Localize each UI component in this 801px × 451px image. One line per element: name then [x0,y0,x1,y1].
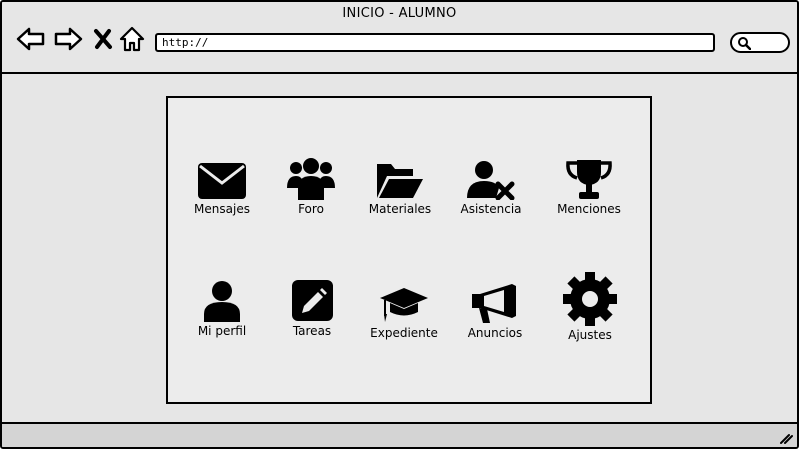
pencil-square-icon [292,280,333,321]
menu-item-label: Ajustes [568,328,612,342]
menu-item-anuncios[interactable]: Anuncios [445,282,545,340]
graduation-cap-icon [380,288,428,322]
menu-item-label: Materiales [368,202,432,216]
menu-item-label: Asistencia [460,202,522,216]
close-icon [94,29,112,49]
menu-item-mensajes[interactable]: Mensajes [172,160,272,216]
window-title: INICIO - ALUMNO [342,6,457,21]
menu-item-expediente[interactable]: Expediente [354,286,454,340]
menu-panel: Mensajes Foro Materiales Asistencia Menc… [166,96,652,404]
page-content: Mensajes Foro Materiales Asistencia Menc… [2,74,797,424]
arrow-left-icon [16,27,45,51]
home-icon [119,26,145,52]
home-button[interactable] [117,24,147,54]
menu-item-foro[interactable]: Foro [261,158,361,216]
menu-item-label: Menciones [557,202,621,216]
stop-button[interactable] [88,24,118,54]
menu-item-label: Foro [298,202,324,216]
browser-window: INICIO - ALUMNO http:// Mensajes Foro Ma… [0,0,799,449]
search-icon [738,37,751,50]
browser-toolbar: INICIO - ALUMNO http:// [2,2,797,74]
envelope-icon [198,163,246,199]
url-input[interactable]: http:// [155,33,715,52]
menu-item-mi-perfil[interactable]: Mi perfil [172,280,272,338]
forward-button[interactable] [53,24,83,54]
bullhorn-icon [472,284,516,323]
gear-icon [563,272,617,326]
back-button[interactable] [16,24,46,54]
menu-item-menciones[interactable]: Menciones [539,158,639,216]
menu-item-materiales[interactable]: Materiales [350,160,450,216]
menu-item-label: Tareas [292,324,332,338]
menu-item-label: Mi perfil [197,324,247,338]
folder-open-icon [377,164,423,198]
status-bar [2,422,797,447]
users-icon [287,158,335,200]
arrow-right-icon [54,27,83,51]
menu-item-label: Mensajes [194,202,250,216]
user-icon [204,281,240,322]
menu-item-ajustes[interactable]: Ajustes [540,272,640,342]
trophy-icon [566,160,612,199]
search-box[interactable] [730,32,790,53]
menu-item-asistencia[interactable]: Asistencia [441,160,541,216]
menu-item-tareas[interactable]: Tareas [262,280,362,338]
menu-item-label: Anuncios [467,326,523,340]
user-times-icon [467,161,515,200]
resize-grip-icon[interactable] [779,432,793,444]
menu-item-label: Expediente [370,326,438,340]
